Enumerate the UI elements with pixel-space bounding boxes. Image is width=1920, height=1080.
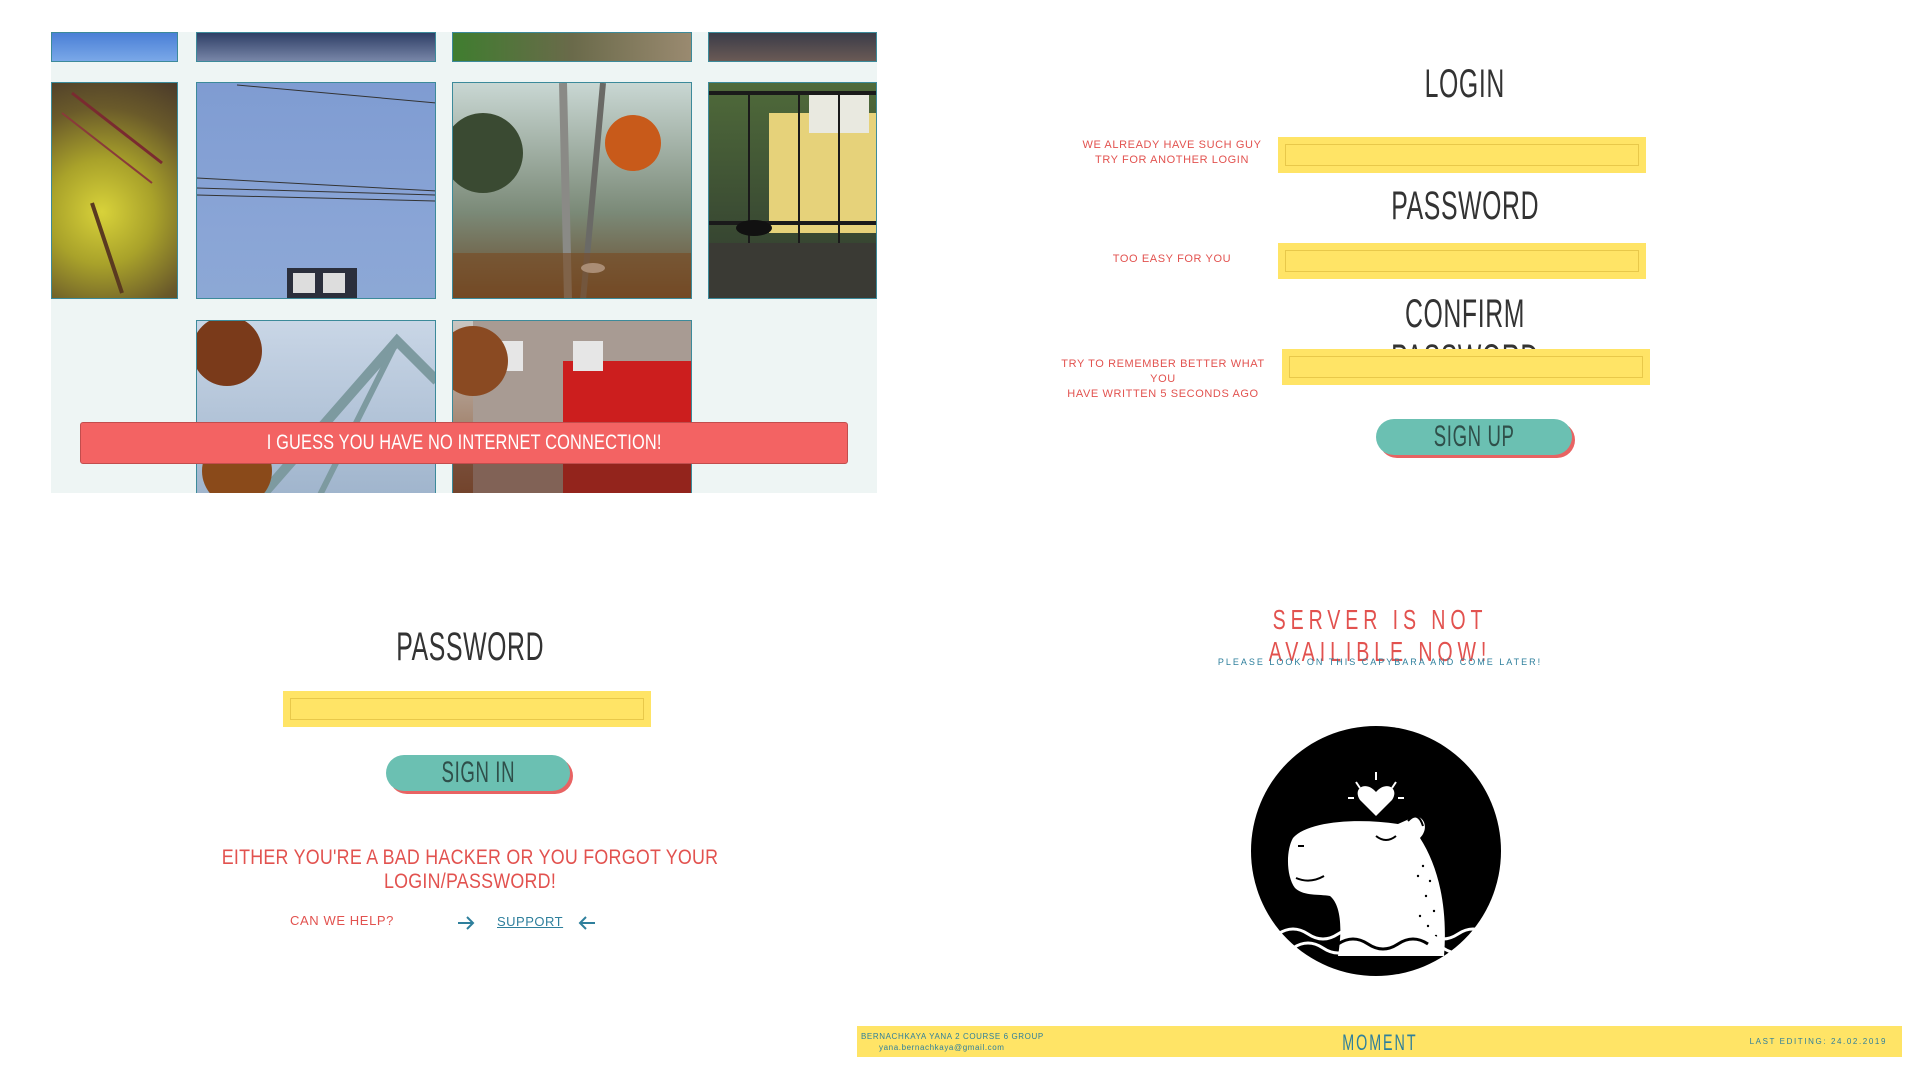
footer-bar: BERNACHKAYA YANA 2 COURSE 6 GROUP yana.b… <box>857 1026 1902 1057</box>
password-input[interactable] <box>1285 250 1639 272</box>
help-label: CAN WE HELP? <box>290 913 410 928</box>
street-photo <box>453 83 691 298</box>
sign-up-button[interactable]: SIGN UP <box>1376 419 1572 455</box>
password-hint: TOO EASY FOR YOU <box>1062 252 1282 267</box>
password-heading-text: PASSWORD <box>1391 184 1539 228</box>
sign-up-button-label: SIGN UP <box>1433 420 1515 453</box>
photo-tile[interactable] <box>452 32 692 62</box>
login-field[interactable] <box>1278 137 1646 173</box>
no-internet-message: I GUESS YOU HAVE NO INTERNET CONNECTION! <box>266 431 662 454</box>
capybara-illustration <box>1248 726 1508 976</box>
login-heading-text: LOGIN <box>1424 62 1506 106</box>
signin-password-heading-text: PASSWORD <box>396 625 544 669</box>
no-internet-banner: I GUESS YOU HAVE NO INTERNET CONNECTION! <box>80 422 848 464</box>
password-field[interactable] <box>1278 243 1646 279</box>
server-error-subtitle-text: PLEASE LOOK ON THIS CAPYBARA AND COME LA… <box>1217 657 1543 667</box>
photo-tile[interactable] <box>196 320 436 493</box>
signin-password-field[interactable] <box>283 691 651 727</box>
footer-brand: MOMENT <box>1317 1030 1442 1056</box>
login-input[interactable] <box>1285 144 1639 166</box>
photo-tile[interactable] <box>51 82 178 299</box>
sign-in-button[interactable]: SIGN IN <box>386 755 570 791</box>
footer-last-edit-text: LAST EDITING: 24.02.2019 <box>1749 1037 1887 1046</box>
support-link-text[interactable]: SUPPORT <box>497 914 563 929</box>
help-label-text: CAN WE HELP? <box>290 913 395 928</box>
signin-password-input[interactable] <box>290 698 644 720</box>
signin-password-heading: PASSWORD <box>335 625 605 675</box>
confirm-hint-line: TRY TO REMEMBER BETTER WHAT YOU <box>1061 358 1265 385</box>
photo-tile[interactable] <box>196 32 436 62</box>
footer-email: yana.bernachkaya@gmail.com <box>879 1043 1005 1052</box>
confirm-hint-line: HAVE WRITTEN 5 SECONDS AGO <box>1067 388 1259 400</box>
photo-tile[interactable] <box>51 32 178 62</box>
photo-tile[interactable] <box>452 320 692 493</box>
balcony-photo <box>709 91 876 298</box>
confirm-password-field[interactable] <box>1282 349 1650 385</box>
confirm-password-hint: TRY TO REMEMBER BETTER WHAT YOU HAVE WRI… <box>1048 357 1278 402</box>
login-hint: WE ALREADY HAVE SUCH GUY TRY FOR ANOTHER… <box>1062 138 1282 168</box>
footer-brand-text: MOMENT <box>1341 1030 1418 1055</box>
support-link[interactable]: SUPPORT <box>497 914 567 929</box>
building-photo <box>453 321 691 493</box>
photo-tile[interactable] <box>452 82 692 299</box>
login-hint-line: WE ALREADY HAVE SUCH GUY <box>1082 139 1262 151</box>
bridge-photo <box>197 321 435 493</box>
login-error-message: EITHER YOU'RE A BAD HACKER OR YOU FORGOT… <box>80 846 860 894</box>
login-heading: LOGIN <box>1330 62 1600 112</box>
sign-in-button-label: SIGN IN <box>441 756 515 789</box>
confirm-password-input[interactable] <box>1289 356 1643 378</box>
password-hint-line: TOO EASY FOR YOU <box>1112 253 1232 265</box>
password-heading: PASSWORD <box>1330 184 1600 234</box>
photo-tile[interactable] <box>708 32 877 62</box>
photo-tile[interactable] <box>708 82 877 299</box>
plant-photo <box>61 91 163 294</box>
server-error-subtitle: PLEASE LOOK ON THIS CAPYBARA AND COME LA… <box>1130 657 1630 667</box>
arrow-right-icon <box>456 913 476 933</box>
footer-last-edit: LAST EDITING: 24.02.2019 <box>1707 1037 1887 1046</box>
login-error-text: EITHER YOU'RE A BAD HACKER OR YOU FORGOT… <box>221 846 719 893</box>
photo-tile[interactable] <box>196 82 436 299</box>
arrow-left-icon <box>577 913 597 933</box>
login-hint-line: TRY FOR ANOTHER LOGIN <box>1095 154 1249 166</box>
sky-wires-photo <box>197 84 435 298</box>
confirm-password-heading: CONFIRM PASSWORD <box>1280 292 1650 381</box>
footer-author-line: BERNACHKAYA YANA 2 COURSE 6 GROUP <box>861 1032 1044 1041</box>
footer-author: BERNACHKAYA YANA 2 COURSE 6 GROUP yana.b… <box>861 1031 1044 1053</box>
